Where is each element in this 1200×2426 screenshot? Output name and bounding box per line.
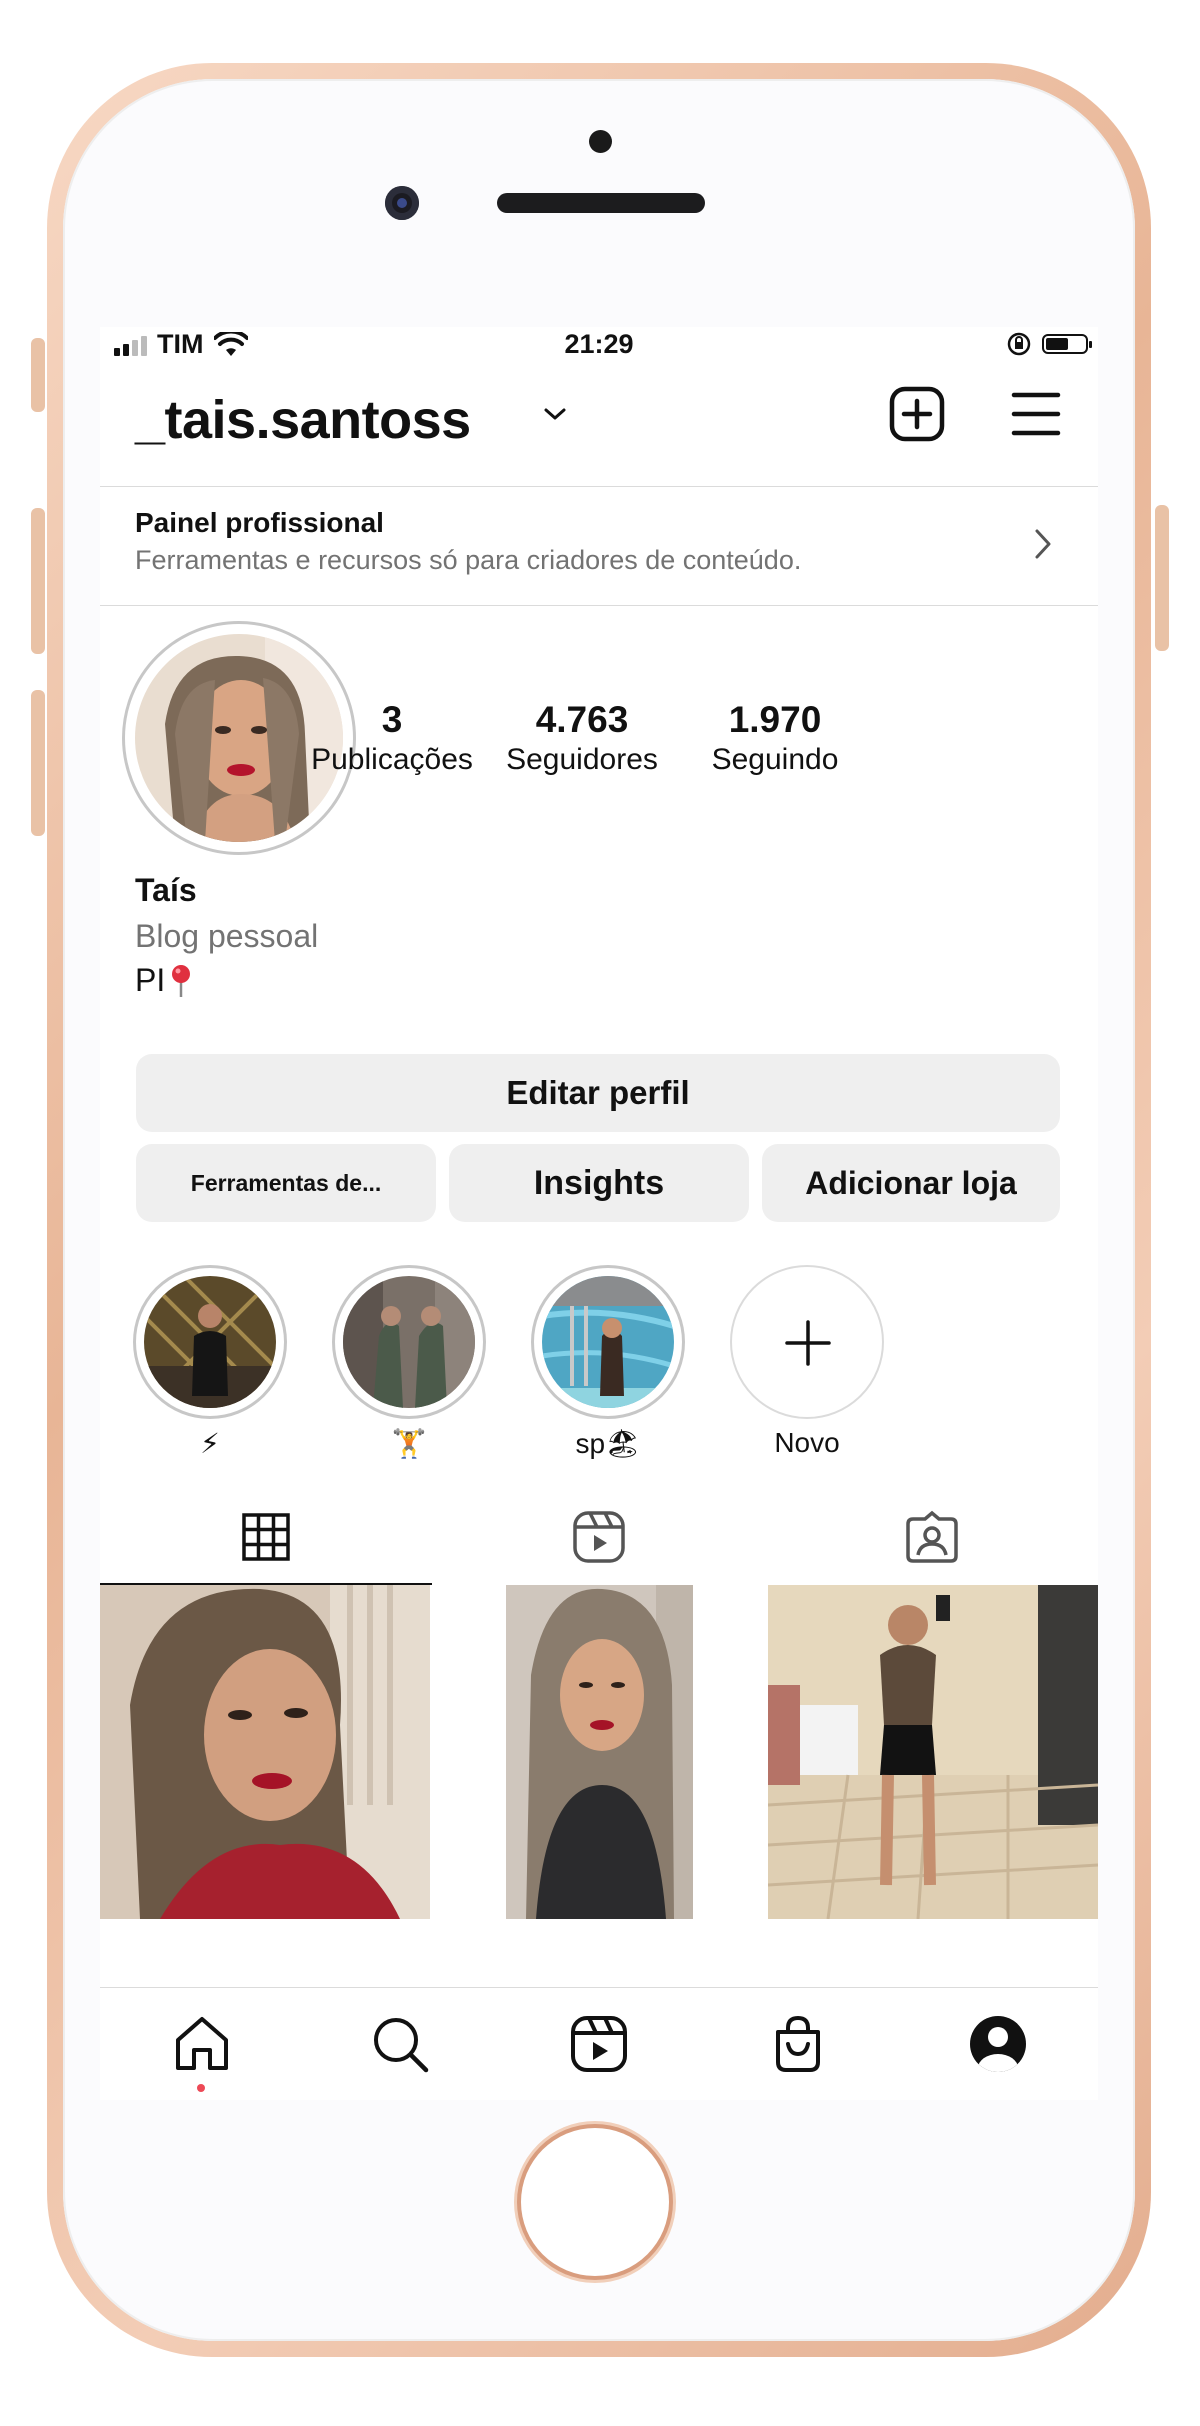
profile-icon <box>970 2016 1026 2072</box>
post-thumbnail[interactable] <box>506 1585 693 1919</box>
stat-posts[interactable]: 3 Publicações <box>297 699 487 777</box>
reels-icon <box>571 2016 627 2072</box>
story-highlight[interactable]: ⚡ <box>132 1265 288 1461</box>
pin-icon <box>172 964 191 997</box>
tagged-icon <box>906 1510 958 1563</box>
following-count: 1.970 <box>728 699 822 740</box>
add-shop-button[interactable]: Adicionar loja <box>762 1144 1060 1222</box>
nav-reels[interactable] <box>567 2012 631 2076</box>
edit-profile-button[interactable]: Editar perfil <box>136 1054 1060 1132</box>
screen: TIM 21:29 _tais.santoss Painel profissio… <box>100 327 1098 2100</box>
new-highlight-button[interactable]: Novo <box>729 1265 885 1461</box>
highlight-label: 🏋 <box>391 1428 427 1459</box>
power-button <box>1155 505 1169 651</box>
profile-tabs <box>100 1489 1098 1585</box>
grid-icon <box>242 1513 290 1561</box>
bio-location: PI <box>135 962 193 999</box>
stat-followers[interactable]: 4.763 Seguidores <box>486 699 678 777</box>
highlight-cover <box>343 1276 475 1408</box>
chevron-right-icon <box>1035 529 1051 559</box>
nav-search[interactable] <box>368 2012 432 2076</box>
rotation-lock-icon <box>1007 332 1031 356</box>
display-name: Taís <box>135 872 197 908</box>
posts-label: Publicações <box>311 743 473 776</box>
mute-switch <box>31 338 45 412</box>
tab-reels[interactable] <box>433 1489 765 1585</box>
profile-category: Blog pessoal <box>135 918 319 954</box>
status-time: 21:29 <box>564 329 634 359</box>
nav-profile[interactable] <box>966 2012 1030 2076</box>
post-thumbnail[interactable] <box>768 1585 1098 1919</box>
story-highlight[interactable]: 🏋 <box>331 1265 487 1461</box>
story-highlight[interactable]: sp🏖 <box>530 1265 686 1461</box>
post-thumbnail[interactable] <box>100 1585 430 1919</box>
highlight-label: ⚡ <box>200 1428 220 1459</box>
nav-shop[interactable] <box>766 2012 830 2076</box>
pro-panel-title: Painel profissional <box>135 507 384 538</box>
followers-label: Seguidores <box>506 743 658 776</box>
location-text: PI <box>135 962 166 998</box>
highlight-cover <box>144 1276 276 1408</box>
chevron-down-icon[interactable] <box>542 405 568 423</box>
tab-tagged[interactable] <box>766 1489 1098 1585</box>
status-bar: TIM 21:29 <box>100 327 1098 363</box>
profile-header: _tais.santoss <box>100 379 1098 459</box>
reels-icon <box>573 1511 625 1563</box>
username-switcher[interactable]: _tais.santoss <box>135 389 471 451</box>
battery-icon <box>1042 334 1092 354</box>
create-post-icon[interactable] <box>888 385 946 443</box>
home-activity-dot <box>197 2084 205 2092</box>
professional-dashboard[interactable]: Painel profissional Ferramentas e recurs… <box>100 486 1098 606</box>
volume-up-button <box>31 508 45 654</box>
highlight-label: sp🏖 <box>575 1428 641 1459</box>
front-camera <box>385 186 419 220</box>
shop-icon <box>776 2015 820 2072</box>
following-label: Seguindo <box>711 743 839 776</box>
volume-down-button <box>31 690 45 836</box>
posts-count: 3 <box>381 699 403 740</box>
earpiece-speaker <box>497 193 705 213</box>
menu-icon[interactable] <box>1010 385 1062 443</box>
post-grid <box>100 1585 1098 1919</box>
search-icon <box>374 2018 429 2073</box>
followers-count: 4.763 <box>535 699 629 740</box>
tools-button[interactable]: Ferramentas de... <box>136 1144 436 1222</box>
home-button[interactable] <box>521 2128 669 2276</box>
pro-panel-subtitle: Ferramentas e recursos só para criadores… <box>135 545 802 575</box>
tab-grid[interactable] <box>100 1489 432 1585</box>
bottom-navigation <box>100 1987 1098 2100</box>
highlight-cover <box>542 1276 674 1408</box>
proximity-sensor <box>589 130 612 153</box>
nav-home[interactable] <box>170 2012 234 2076</box>
home-icon <box>176 2017 228 2070</box>
insights-button[interactable]: Insights <box>449 1144 749 1222</box>
plus-icon <box>785 1320 831 1366</box>
highlight-label: Novo <box>774 1427 840 1458</box>
stat-following[interactable]: 1.970 Seguindo <box>680 699 870 777</box>
